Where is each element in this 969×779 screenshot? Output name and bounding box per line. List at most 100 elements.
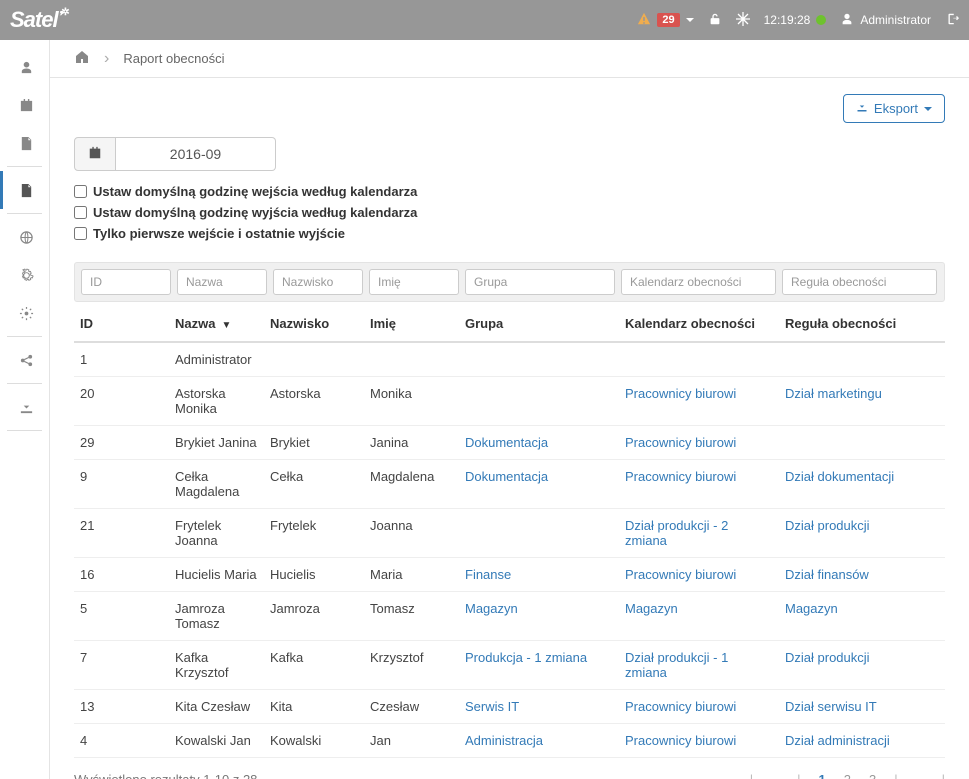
- table-row[interactable]: 16Hucielis MariaHucielisMariaFinansePrac…: [74, 558, 945, 592]
- table-cell[interactable]: Dokumentacja: [459, 426, 619, 460]
- nav-settings[interactable]: [0, 294, 49, 332]
- filter-kalendarz[interactable]: [621, 269, 776, 295]
- table-cell: [779, 426, 945, 460]
- nav-user[interactable]: [0, 48, 49, 86]
- filter-grupa[interactable]: [465, 269, 615, 295]
- pager: |← ←| 1 2 3 |→ →|: [750, 772, 945, 779]
- table-row[interactable]: 4Kowalski JanKowalskiJanAdministracjaPra…: [74, 724, 945, 758]
- table-cell[interactable]: Magazyn: [779, 592, 945, 641]
- sidebar-separator: [7, 213, 41, 214]
- pager-last[interactable]: →|: [929, 772, 945, 779]
- checkbox-input[interactable]: [74, 185, 87, 198]
- th-grupa[interactable]: Grupa: [459, 306, 619, 342]
- table-row[interactable]: 13Kita CzesławKitaCzesławSerwis ITPracow…: [74, 690, 945, 724]
- filter-regula[interactable]: [782, 269, 937, 295]
- th-nazwa[interactable]: Nazwa▼: [169, 306, 264, 342]
- filter-id[interactable]: [81, 269, 171, 295]
- table-cell[interactable]: Dział serwisu IT: [779, 690, 945, 724]
- sidebar-separator: [7, 430, 41, 431]
- checkbox-exit-time[interactable]: Ustaw domyślną godzinę wyjścia według ka…: [74, 202, 945, 223]
- chevron-right-icon: ›: [104, 50, 109, 68]
- th-imie[interactable]: Imię: [364, 306, 459, 342]
- logout-icon: [945, 12, 959, 29]
- date-picker-button[interactable]: [74, 137, 116, 171]
- table-cell[interactable]: Dział finansów: [779, 558, 945, 592]
- table-cell[interactable]: Magazyn: [459, 592, 619, 641]
- nav-config[interactable]: [0, 256, 49, 294]
- alerts-dropdown[interactable]: 29: [637, 12, 693, 29]
- pager-first[interactable]: |←: [750, 772, 766, 779]
- th-regula[interactable]: Reguła obecności: [779, 306, 945, 342]
- nav-share[interactable]: [0, 341, 49, 379]
- table-cell[interactable]: Dział produkcji: [779, 509, 945, 558]
- pager-next[interactable]: |→: [894, 772, 910, 779]
- table-cell[interactable]: Produkcja - 1 zmiana: [459, 641, 619, 690]
- nav-document[interactable]: [0, 124, 49, 162]
- table-cell: [459, 377, 619, 426]
- th-kalendarz[interactable]: Kalendarz obecności: [619, 306, 779, 342]
- checkbox-label: Ustaw domyślną godzinę wejścia według ka…: [93, 184, 417, 199]
- table-cell[interactable]: Dokumentacja: [459, 460, 619, 509]
- table-cell[interactable]: Pracownicy biurowi: [619, 558, 779, 592]
- pager-page-1[interactable]: 1: [819, 772, 826, 779]
- table-row[interactable]: 29Brykiet JaninaBrykietJaninaDokumentacj…: [74, 426, 945, 460]
- table-cell[interactable]: Pracownicy biurowi: [619, 724, 779, 758]
- table-cell: 20: [74, 377, 169, 426]
- nav-download[interactable]: [0, 388, 49, 426]
- table-cell[interactable]: Magazyn: [619, 592, 779, 641]
- table-cell: Kita Czesław: [169, 690, 264, 724]
- breadcrumb-page: Raport obecności: [123, 51, 224, 66]
- table-row[interactable]: 20Astorska MonikaAstorskaMonikaPracownic…: [74, 377, 945, 426]
- pager-page-2[interactable]: 2: [844, 772, 851, 779]
- logout-button[interactable]: [945, 12, 959, 29]
- nav-globe[interactable]: [0, 218, 49, 256]
- unlock-button[interactable]: [708, 12, 722, 29]
- table-cell[interactable]: Dział marketingu: [779, 377, 945, 426]
- filter-imie[interactable]: [369, 269, 459, 295]
- filter-nazwisko[interactable]: [273, 269, 363, 295]
- table-row[interactable]: 1Administrator: [74, 342, 945, 377]
- pager-prev[interactable]: ←|: [784, 772, 800, 779]
- table-cell[interactable]: Dział produkcji: [779, 641, 945, 690]
- table-cell[interactable]: Dział administracji: [779, 724, 945, 758]
- filters-bar: [74, 262, 945, 302]
- time-text: 12:19:28: [764, 13, 811, 27]
- table-cell[interactable]: Dział produkcji - 2 zmiana: [619, 509, 779, 558]
- nav-report[interactable]: [0, 171, 49, 209]
- results-text: Wyświetlono rezultaty 1-10 z 28.: [74, 772, 261, 779]
- alert-count-badge: 29: [657, 13, 679, 27]
- table-cell[interactable]: Administracja: [459, 724, 619, 758]
- table-cell[interactable]: Pracownicy biurowi: [619, 690, 779, 724]
- table-cell: 21: [74, 509, 169, 558]
- table-cell[interactable]: Pracownicy biurowi: [619, 377, 779, 426]
- table-cell[interactable]: Serwis IT: [459, 690, 619, 724]
- home-icon[interactable]: [74, 49, 90, 68]
- table-cell: Krzysztof: [364, 641, 459, 690]
- checkbox-first-last[interactable]: Tylko pierwsze wejście i ostatnie wyjści…: [74, 223, 945, 244]
- table-cell[interactable]: Pracownicy biurowi: [619, 426, 779, 460]
- table-row[interactable]: 9Cełka MagdalenaCełkaMagdalenaDokumentac…: [74, 460, 945, 509]
- checkbox-input[interactable]: [74, 227, 87, 240]
- table-cell[interactable]: Dział produkcji - 1 zmiana: [619, 641, 779, 690]
- data-table: ID Nazwa▼ Nazwisko Imię Grupa Kalendarz …: [74, 306, 945, 758]
- pager-page-3[interactable]: 3: [869, 772, 876, 779]
- export-button[interactable]: Eksport: [843, 94, 945, 123]
- th-nazwisko[interactable]: Nazwisko: [264, 306, 364, 342]
- table-row[interactable]: 21Frytelek JoannaFrytelekJoannaDział pro…: [74, 509, 945, 558]
- checkbox-input[interactable]: [74, 206, 87, 219]
- th-id[interactable]: ID: [74, 306, 169, 342]
- table-cell: Hucielis: [264, 558, 364, 592]
- caret-down-icon: [924, 107, 932, 111]
- settings-button[interactable]: [736, 12, 750, 29]
- user-menu[interactable]: Administrator: [840, 12, 931, 29]
- calendar-icon: [88, 146, 102, 163]
- table-cell[interactable]: Finanse: [459, 558, 619, 592]
- table-cell[interactable]: Dział dokumentacji: [779, 460, 945, 509]
- date-input[interactable]: [116, 137, 276, 171]
- table-row[interactable]: 7Kafka KrzysztofKafkaKrzysztofProdukcja …: [74, 641, 945, 690]
- table-row[interactable]: 5Jamroza TomaszJamrozaTomaszMagazynMagaz…: [74, 592, 945, 641]
- table-cell[interactable]: Pracownicy biurowi: [619, 460, 779, 509]
- nav-calendar[interactable]: [0, 86, 49, 124]
- filter-nazwa[interactable]: [177, 269, 267, 295]
- checkbox-entry-time[interactable]: Ustaw domyślną godzinę wejścia według ka…: [74, 181, 945, 202]
